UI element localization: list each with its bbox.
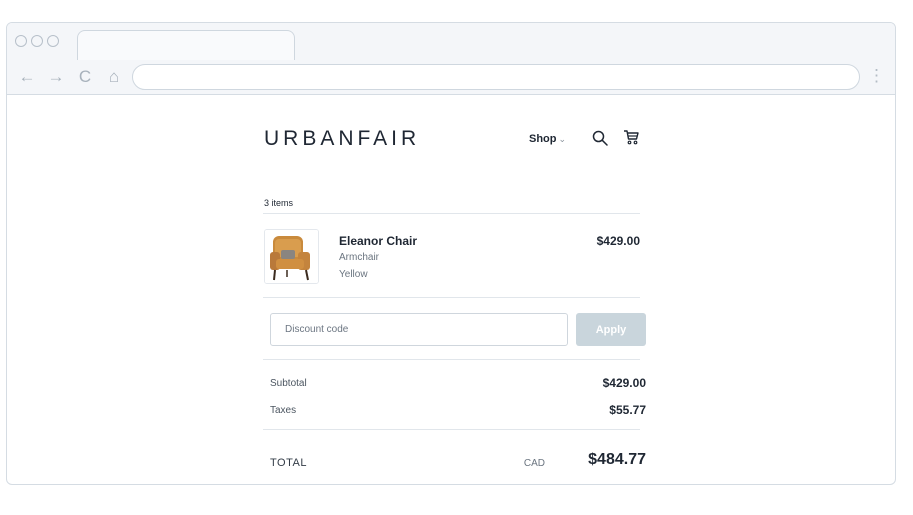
divider: [263, 429, 640, 430]
store-logo[interactable]: URBANFAIR: [264, 127, 420, 151]
apply-discount-button[interactable]: Apply: [576, 313, 646, 346]
taxes-value: $55.77: [609, 403, 646, 417]
armchair-image: [265, 230, 318, 283]
shop-menu[interactable]: Shop ⌄: [529, 133, 566, 145]
forward-icon[interactable]: →: [47, 68, 65, 86]
cart-item-count: 3 items: [264, 198, 294, 208]
minimize-window-dot[interactable]: [31, 35, 43, 47]
close-window-dot[interactable]: [15, 35, 27, 47]
divider: [263, 297, 640, 298]
taxes-label: Taxes: [270, 405, 297, 416]
total-value: $484.77: [588, 451, 646, 468]
divider: [263, 213, 640, 214]
subtotal-label: Subtotal: [270, 378, 307, 389]
search-icon[interactable]: [592, 130, 608, 146]
window-controls: [15, 35, 59, 47]
product-thumbnail[interactable]: [264, 229, 319, 284]
browser-window: ← → C ⌂ ⋮ URBANFAIR Shop ⌄ 3 items Elean…: [6, 22, 896, 485]
store-header: URBANFAIR Shop ⌄: [263, 127, 640, 173]
product-color: Yellow: [339, 269, 368, 280]
home-icon[interactable]: ⌂: [105, 68, 123, 86]
browser-tab[interactable]: [77, 30, 295, 60]
address-bar[interactable]: [132, 64, 860, 90]
cart-icon[interactable]: [623, 129, 639, 145]
back-icon[interactable]: ←: [18, 68, 36, 86]
browser-menu-icon[interactable]: ⋮: [868, 67, 885, 85]
reload-icon[interactable]: C: [76, 68, 94, 86]
maximize-window-dot[interactable]: [47, 35, 59, 47]
subtotal-value: $429.00: [602, 376, 646, 390]
checkout-page: URBANFAIR Shop ⌄ 3 items Eleanor Chair A…: [263, 127, 646, 469]
browser-chrome: ← → C ⌂ ⋮: [7, 23, 895, 95]
discount-code-input[interactable]: [270, 313, 568, 346]
product-type: Armchair: [339, 252, 380, 263]
total-label: TOTAL: [270, 457, 307, 469]
chevron-down-icon: ⌄: [558, 134, 567, 144]
browser-nav: ← → C ⌂: [18, 68, 123, 86]
total-currency: CAD: [523, 458, 545, 469]
shop-menu-label: Shop: [529, 133, 557, 145]
product-price: $429.00: [596, 234, 640, 248]
product-name[interactable]: Eleanor Chair: [339, 234, 417, 248]
divider: [263, 359, 640, 360]
